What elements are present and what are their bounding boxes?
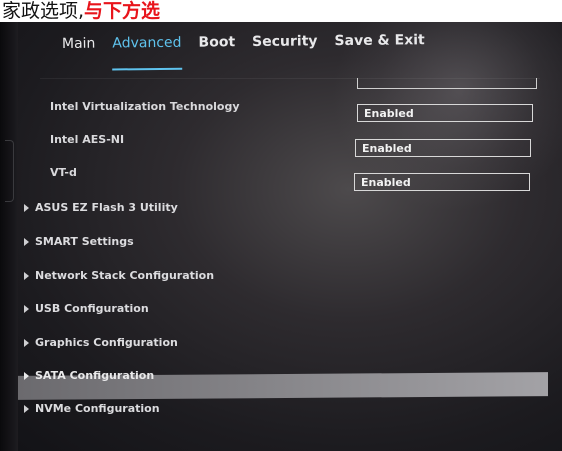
setting-label-vt-d: VT-d <box>50 166 77 179</box>
photo-of-bios-screen: Main Advanced Boot Security Save & Exit … <box>0 0 562 451</box>
tab-boot[interactable]: Boot <box>198 32 235 62</box>
chevron-right-icon <box>24 203 29 212</box>
caption-text: 家政选项, <box>2 0 85 22</box>
menu-item-smart-settings[interactable]: SMART Settings <box>24 235 134 248</box>
chevron-right-icon <box>24 371 29 380</box>
setting-label-aes-ni: Intel AES-NI <box>50 133 125 146</box>
chevron-right-icon <box>24 404 29 413</box>
bios-tab-bar: Main Advanced Boot Security Save & Exit <box>62 30 442 64</box>
menu-item-label: SMART Settings <box>35 235 134 248</box>
bezel-notch <box>5 140 14 202</box>
menu-item-sata-configuration[interactable]: SATA Configuration <box>24 369 154 382</box>
tab-advanced[interactable]: Advanced <box>112 33 181 64</box>
menu-item-label: NVMe Configuration <box>35 402 160 415</box>
value-box-vt-d[interactable]: Enabled <box>354 173 530 191</box>
chevron-right-icon <box>24 237 29 246</box>
tab-security[interactable]: Security <box>252 31 318 62</box>
menu-item-label: USB Configuration <box>35 302 149 315</box>
monitor-bezel <box>0 0 18 451</box>
setting-label-virtualization: Intel Virtualization Technology <box>50 100 240 113</box>
menu-item-graphics-configuration[interactable]: Graphics Configuration <box>24 336 178 349</box>
chevron-right-icon <box>24 304 29 313</box>
value-box-aes-ni[interactable]: Enabled <box>355 139 531 157</box>
tab-save-exit[interactable]: Save & Exit <box>334 30 425 61</box>
menu-item-network-stack[interactable]: Network Stack Configuration <box>24 269 214 282</box>
tab-main[interactable]: Main <box>62 34 96 64</box>
menu-item-usb-configuration[interactable]: USB Configuration <box>24 302 149 315</box>
scrolled-value-box <box>357 78 537 89</box>
value-box-virtualization[interactable]: Enabled <box>357 104 533 122</box>
caption-highlight-text: 与下方选 <box>84 0 161 22</box>
photo-caption: 家政选项,与下方选 <box>0 0 562 22</box>
menu-item-label: SATA Configuration <box>35 369 155 382</box>
menu-item-nvme-configuration[interactable]: NVMe Configuration <box>24 402 160 415</box>
chevron-right-icon <box>24 271 29 280</box>
menu-item-label: ASUS EZ Flash 3 Utility <box>35 201 178 214</box>
chevron-right-icon <box>24 338 29 347</box>
menu-item-label: Graphics Configuration <box>35 336 178 349</box>
bios-screen: Main Advanced Boot Security Save & Exit … <box>0 0 562 451</box>
menu-item-label: Network Stack Configuration <box>35 269 215 282</box>
menu-item-ez-flash[interactable]: ASUS EZ Flash 3 Utility <box>24 201 178 214</box>
